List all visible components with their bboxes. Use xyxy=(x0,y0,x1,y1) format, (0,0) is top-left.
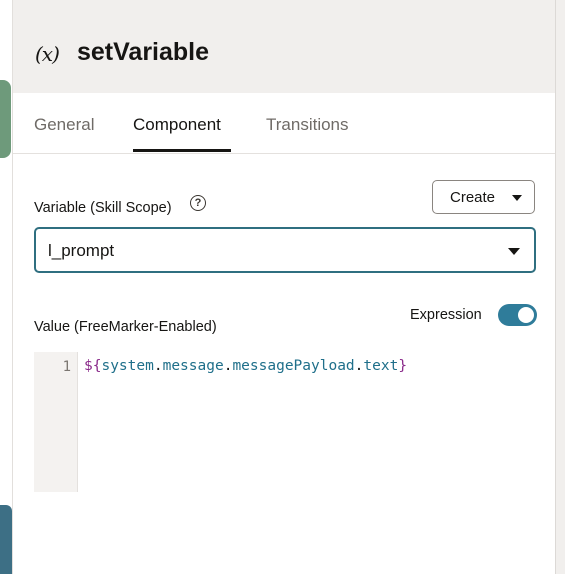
right-edge xyxy=(555,0,565,574)
code-editor[interactable]: 1 ${system.message.messagePayload.text} xyxy=(34,352,536,492)
code-token: text xyxy=(363,358,399,374)
property-panel: (x) setVariable General Component Transi… xyxy=(12,0,555,574)
value-label: Value (FreeMarker-Enabled) xyxy=(34,319,217,335)
code-token: system xyxy=(101,358,154,374)
active-tab-indicator xyxy=(133,149,231,152)
code-token: ${ xyxy=(84,358,102,374)
variable-label: Variable (Skill Scope) xyxy=(34,200,172,216)
chevron-down-icon xyxy=(508,248,520,255)
panel-header: (x) setVariable xyxy=(13,0,555,93)
expression-toggle[interactable] xyxy=(498,304,537,326)
tab-transitions[interactable]: Transitions xyxy=(266,115,349,135)
line-number: 1 xyxy=(62,359,71,375)
tab-bar: General Component Transitions xyxy=(13,93,555,154)
create-button[interactable]: Create xyxy=(432,180,535,214)
canvas-node-blue xyxy=(0,505,12,574)
code-token: message xyxy=(162,358,224,374)
variable-icon: (x) xyxy=(35,42,60,66)
tab-component[interactable]: Component xyxy=(133,115,221,135)
canvas-node-green xyxy=(0,80,11,158)
variable-select-value: l_prompt xyxy=(48,241,115,260)
create-button-label: Create xyxy=(450,189,496,206)
code-line: ${system.message.messagePayload.text} xyxy=(84,358,407,374)
editor-gutter: 1 xyxy=(34,352,78,492)
code-token: messagePayload xyxy=(232,358,355,374)
expression-label: Expression xyxy=(410,307,482,323)
canvas-edge xyxy=(0,0,12,574)
toggle-knob xyxy=(518,307,534,323)
code-token: . xyxy=(153,358,163,374)
help-circle-icon[interactable]: ? xyxy=(190,195,206,211)
app-frame: (x) setVariable General Component Transi… xyxy=(0,0,565,574)
chevron-down-icon xyxy=(512,195,522,201)
variable-select[interactable]: l_prompt xyxy=(34,227,536,273)
panel-title: setVariable xyxy=(77,38,210,66)
tab-general[interactable]: General xyxy=(34,115,94,135)
code-token: } xyxy=(398,358,408,374)
